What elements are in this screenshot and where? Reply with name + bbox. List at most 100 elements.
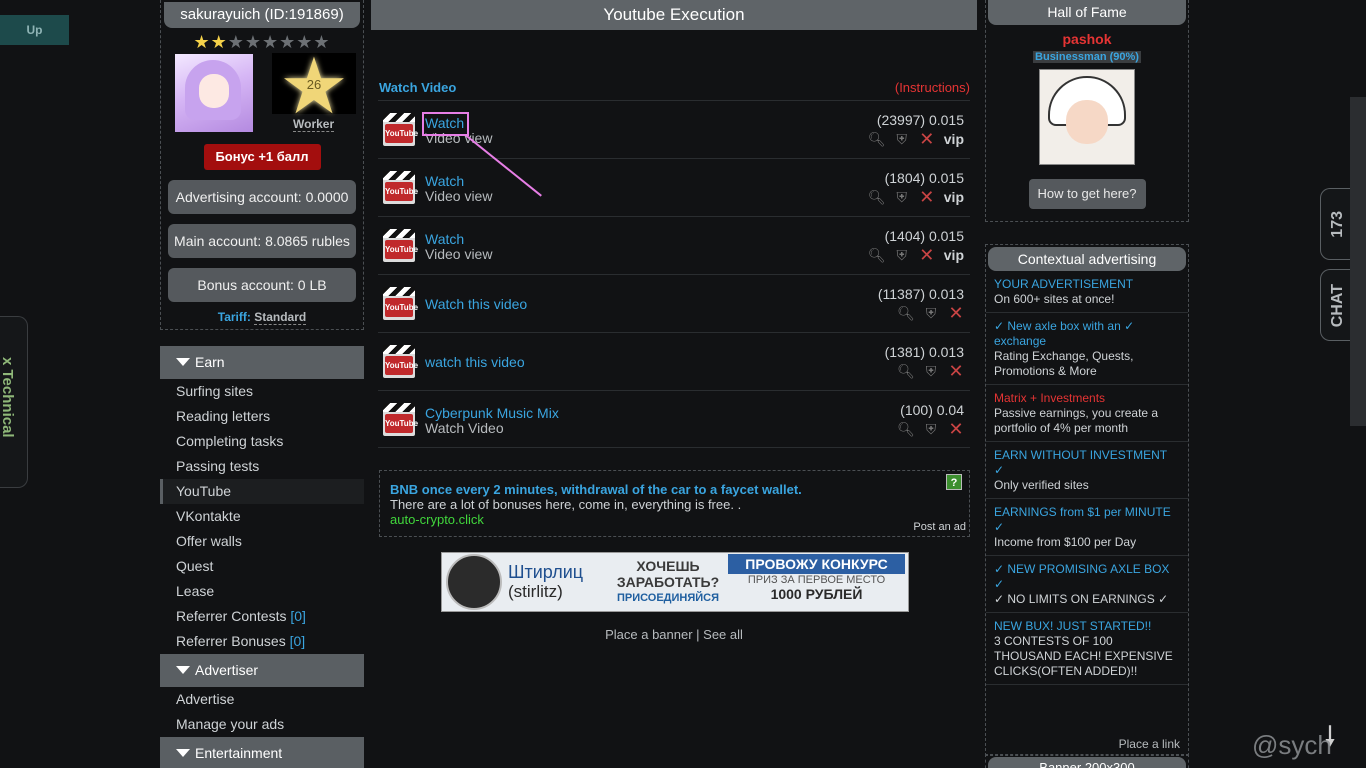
context-ad-desc: Passive earnings, you create a portfolio… — [994, 406, 1159, 435]
menu-item-advertise[interactable]: Advertise — [160, 687, 364, 712]
youtube-icon: YouTube — [383, 287, 418, 320]
ad-title[interactable]: BNB once every 2 minutes, withdrawal of … — [390, 482, 802, 497]
search-icon[interactable]: 🔍︎ — [897, 421, 915, 437]
shield-icon[interactable]: ⛨ — [923, 363, 939, 379]
youtube-icon: YouTube — [383, 229, 418, 262]
tariff-value[interactable]: Standard — [254, 310, 307, 325]
menu-head-advertiser[interactable]: Advertiser — [160, 654, 364, 687]
main-account[interactable]: Main account: 8.0865 rubles — [168, 224, 356, 258]
menu-item-referrer-bonuses[interactable]: Referrer Bonuses [0] — [160, 629, 364, 654]
triangle-down-icon — [176, 666, 190, 674]
shield-icon[interactable]: ⛨ — [894, 189, 910, 205]
advertiser-menu: Advertise Manage your ads — [160, 687, 364, 737]
task-title[interactable]: Watch this video — [425, 296, 527, 312]
triangle-down-icon — [176, 358, 190, 366]
vip-badge[interactable]: vip — [944, 247, 964, 263]
vip-badge[interactable]: vip — [944, 189, 964, 205]
context-ad-desc: Only verified sites — [994, 478, 1089, 492]
task-title[interactable]: Watch — [425, 231, 464, 247]
context-ad-title[interactable]: YOUR ADVERTISEMENT — [994, 277, 1180, 292]
context-ad-title[interactable]: EARNINGS from $1 per MINUTE ✓ — [994, 505, 1180, 535]
context-ad-desc: Rating Exchange, Quests, Promotions & Mo… — [994, 349, 1134, 378]
context-ad-desc: 3 CONTESTS OF 100 THOUSAND EACH! EXPENSI… — [994, 634, 1173, 678]
star-icon: ★ — [244, 32, 262, 52]
task-price: (1381) 0.013 — [884, 344, 964, 360]
task-row: YouTube Watch Video view (1404) 0.015 🔍︎ ⛨ ✕ vi… — [378, 216, 970, 274]
see-all-link[interactable]: See all — [703, 627, 743, 642]
technical-tab[interactable]: x Technical — [0, 316, 28, 488]
post-ad-link[interactable]: Post an ad — [913, 521, 966, 533]
menu-item-lease[interactable]: Lease — [160, 579, 364, 604]
menu-item-completing-tasks[interactable]: Completing tasks — [160, 429, 364, 454]
place-link[interactable]: Place a link — [1119, 737, 1180, 751]
menu-head-entertainment[interactable]: Entertainment — [160, 737, 364, 768]
level-star-icon: ★ 26 — [272, 47, 356, 125]
task-title[interactable]: Watch — [425, 173, 464, 189]
watermark: @sych — [1252, 730, 1332, 760]
close-icon[interactable]: ✕ — [919, 129, 935, 149]
help-icon[interactable]: ? — [946, 474, 962, 490]
menu-item-offer-walls[interactable]: Offer walls — [160, 529, 364, 554]
hall-of-fame-title: Hall of Fame — [988, 0, 1186, 25]
ad-url[interactable]: auto-crypto.click — [390, 512, 484, 527]
rank-label[interactable]: Worker — [293, 117, 335, 132]
task-title[interactable]: Cyberpunk Music Mix — [425, 405, 559, 421]
contextual-title: Contextual advertising — [988, 247, 1186, 271]
menu-head-earn[interactable]: Earn — [160, 346, 364, 379]
bonus-button[interactable]: Бонус +1 балл — [203, 144, 321, 170]
search-icon[interactable]: 🔍︎ — [868, 189, 886, 205]
task-price: (100) 0.04 — [900, 402, 964, 418]
how-to-get-here-button[interactable]: How to get here? — [1028, 179, 1146, 209]
task-price: (11387) 0.013 — [877, 286, 964, 302]
context-ad-desc: Income from $100 per Day — [994, 535, 1137, 549]
menu-item-referrer-contests[interactable]: Referrer Contests [0] — [160, 604, 364, 629]
menu-item-vkontakte[interactable]: VKontakte — [160, 504, 364, 529]
context-ad-title[interactable]: EARN WITHOUT INVESTMENT ✓ — [994, 448, 1180, 478]
search-icon[interactable]: 🔍︎ — [868, 247, 886, 263]
vip-badge[interactable]: vip — [944, 131, 964, 147]
close-icon[interactable]: ✕ — [919, 187, 935, 207]
menu-item-reading-letters[interactable]: Reading letters — [160, 404, 364, 429]
profile-box: sakurayuich (ID:191869) ★★★★★★★★ ★ 26 Wo… — [160, 0, 364, 330]
shield-icon[interactable]: ⛨ — [894, 131, 910, 147]
task-title[interactable]: watch this video — [425, 354, 525, 370]
star-icon: ★ — [210, 32, 228, 52]
menu-item-surfing-sites[interactable]: Surfing sites — [160, 379, 364, 404]
task-list: YouTube Watch Video view (23997) 0.015 🔍︎ ⛨ ✕ v… — [371, 100, 977, 448]
shield-icon[interactable]: ⛨ — [923, 421, 939, 437]
fame-avatar[interactable] — [1039, 69, 1135, 165]
close-icon[interactable]: ✕ — [948, 419, 964, 439]
context-ad-title[interactable]: Matrix + Investments — [994, 391, 1180, 406]
close-icon[interactable]: ✕ — [919, 245, 935, 265]
context-ad-desc: On 600+ sites at once! — [994, 292, 1115, 306]
menu-item-quest[interactable]: Quest — [160, 554, 364, 579]
youtube-icon: YouTube — [383, 171, 418, 204]
context-ad-title[interactable]: ✓ NEW PROMISING AXLE BOX ✓ — [994, 562, 1180, 592]
left-column: sakurayuich (ID:191869) ★★★★★★★★ ★ 26 Wo… — [160, 0, 364, 768]
search-icon[interactable]: 🔍︎ — [868, 131, 886, 147]
up-button[interactable]: Up — [0, 15, 69, 45]
banner-right-2: ПРИЗ ЗА ПЕРВОЕ МЕСТО — [747, 574, 886, 586]
menu-item-manage-your-ads[interactable]: Manage your ads — [160, 712, 364, 737]
instructions-link[interactable]: (Instructions) — [895, 80, 970, 95]
advertising-account[interactable]: Advertising account: 0.0000 — [168, 180, 356, 214]
promo-banner[interactable]: Штирлиц (stirlitz) ХОЧЕШЬ ЗАРАБОТАТЬ? ПР… — [441, 552, 909, 612]
close-icon[interactable]: ✕ — [948, 303, 964, 323]
avatar[interactable] — [175, 54, 253, 132]
search-icon[interactable]: 🔍︎ — [897, 305, 915, 321]
menu-item-youtube[interactable]: YouTube — [160, 479, 364, 504]
fame-user-name[interactable]: pashok — [986, 31, 1188, 47]
search-icon[interactable]: 🔍︎ — [897, 363, 915, 379]
menu-item-passing-tests[interactable]: Passing tests — [160, 454, 364, 479]
scrollbar[interactable] — [1350, 97, 1366, 426]
banner-right-3: 1000 РУБЛЕЙ — [770, 586, 863, 602]
close-icon[interactable]: ✕ — [948, 361, 964, 381]
shield-icon[interactable]: ⛨ — [894, 247, 910, 263]
context-ad-title[interactable]: ✓ New axle box with an ✓ exchange — [994, 319, 1180, 349]
bonus-account[interactable]: Bonus account: 0 LB — [168, 268, 356, 302]
task-price: (23997) 0.015 — [876, 112, 964, 128]
shield-icon[interactable]: ⛨ — [923, 305, 939, 321]
banner-right-1: ПРОВОЖУ КОНКУРС — [728, 554, 905, 574]
context-ad-title[interactable]: NEW BUX! JUST STARTED!! — [994, 619, 1180, 634]
place-banner-link[interactable]: Place a banner — [605, 627, 692, 642]
